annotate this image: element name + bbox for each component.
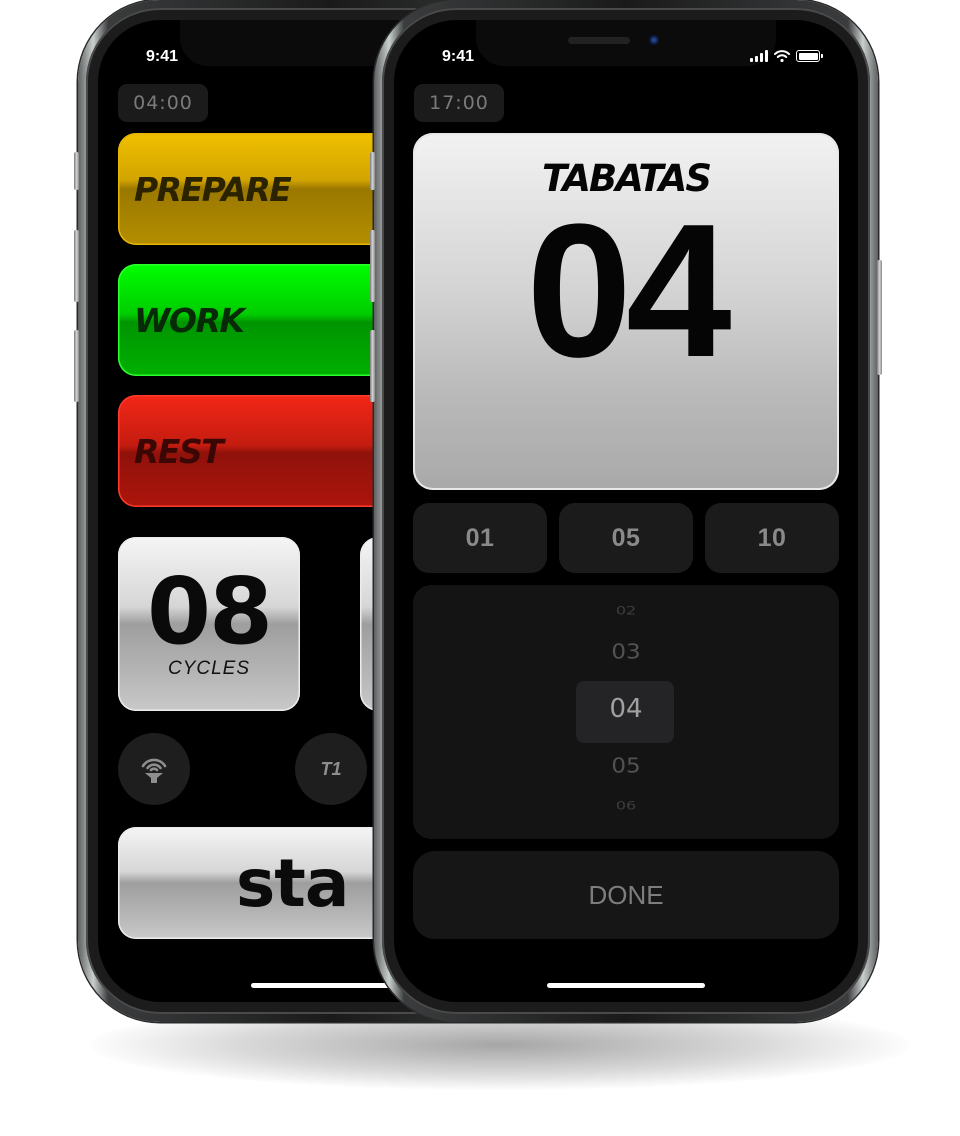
picker-item-selected[interactable]: 04: [413, 694, 839, 724]
volume-up-button: [370, 230, 375, 302]
volume-up-button: [74, 230, 79, 302]
preset-row: 01 05 10: [413, 503, 839, 573]
done-button[interactable]: DONE: [413, 851, 839, 939]
cellular-signal-icon: [750, 50, 768, 62]
preset-button-01[interactable]: 01: [413, 503, 547, 573]
picker-item[interactable]: 02: [413, 604, 839, 617]
home-indicator[interactable]: [547, 983, 705, 988]
mute-switch: [370, 152, 375, 190]
notch: [476, 20, 776, 66]
total-time-chip[interactable]: 04:00: [118, 84, 208, 122]
picker-item[interactable]: 05: [413, 754, 839, 777]
phase-label: PREPARE: [134, 169, 292, 209]
status-icons: [750, 50, 823, 62]
picker-item[interactable]: 03: [413, 640, 839, 663]
picker-item[interactable]: 06: [413, 799, 839, 812]
phone-right: 9:41 17:00 TABATAS 04 01 05 10 02 03 04 …: [370, 0, 882, 1022]
cycles-value: 08: [146, 558, 273, 666]
preset-button-05[interactable]: 05: [559, 503, 693, 573]
volume-down-button: [370, 330, 375, 402]
status-time: 9:41: [442, 48, 475, 65]
battery-icon: [796, 50, 823, 62]
earpiece-speaker: [568, 37, 630, 44]
speaker-broadcast-icon: [141, 758, 167, 783]
t1-label: T1: [320, 758, 342, 779]
wifi-icon: [774, 50, 790, 62]
phase-label: WORK: [134, 300, 245, 340]
power-button: [877, 260, 882, 375]
tabatas-value: 04: [526, 185, 731, 397]
tabatas-card[interactable]: TABATAS 04: [413, 133, 839, 490]
t1-button[interactable]: T1: [295, 733, 367, 805]
total-time-chip[interactable]: 17:00: [414, 84, 504, 122]
screen-right: 9:41 17:00 TABATAS 04 01 05 10 02 03 04 …: [394, 20, 858, 1002]
home-indicator[interactable]: [251, 983, 409, 988]
cycles-label: CYCLES: [167, 657, 251, 679]
volume-down-button: [74, 330, 79, 402]
mute-switch: [74, 152, 79, 190]
phase-label: REST: [134, 431, 224, 471]
start-label: sta: [236, 844, 349, 922]
front-camera: [649, 35, 659, 45]
tabatas-picker[interactable]: 02 03 04 05 06: [413, 585, 839, 839]
sound-button[interactable]: [118, 733, 190, 805]
status-time: 9:41: [146, 48, 179, 65]
preset-button-10[interactable]: 10: [705, 503, 839, 573]
cycles-card[interactable]: 08 CYCLES: [118, 537, 300, 711]
